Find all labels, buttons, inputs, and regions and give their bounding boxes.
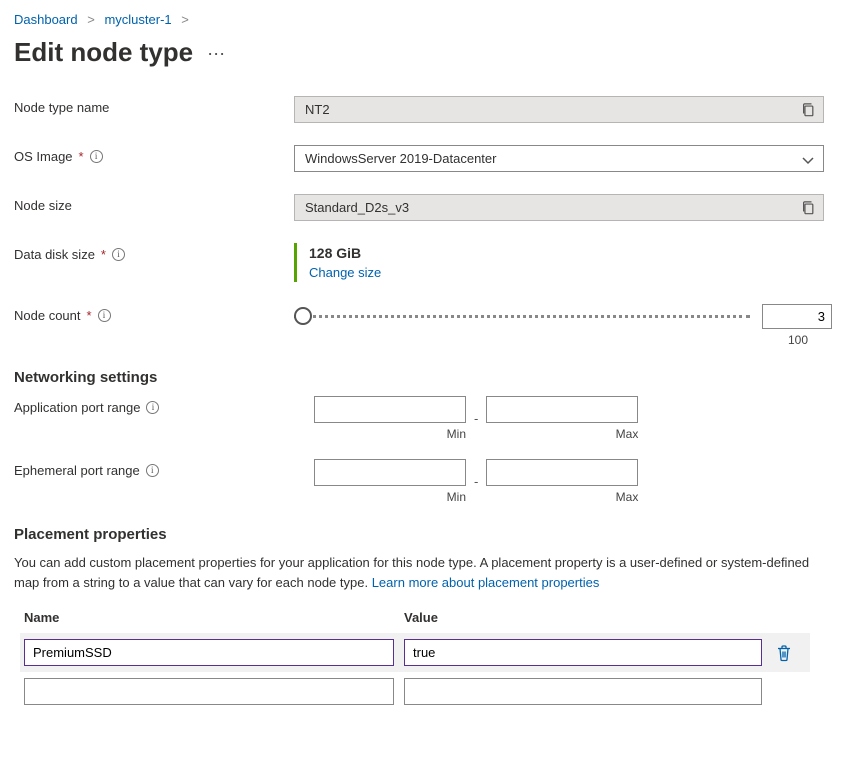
data-disk-size-value: 128 GiB [309, 245, 832, 261]
max-label: Max [486, 490, 638, 504]
breadcrumb: Dashboard > mycluster-1 > [14, 12, 832, 27]
node-count-input[interactable] [762, 304, 832, 329]
label-node-size: Node size [14, 198, 72, 213]
min-label: Min [314, 427, 466, 441]
more-menu-button[interactable]: ⋯ [193, 44, 226, 65]
col-name: Name [24, 610, 394, 625]
breadcrumb-dashboard[interactable]: Dashboard [14, 12, 78, 27]
placement-name-input-empty[interactable] [24, 678, 394, 705]
info-icon[interactable]: i [98, 309, 111, 322]
min-label: Min [314, 490, 466, 504]
label-app-port-range: Application port range [14, 400, 140, 415]
required-marker: * [87, 308, 92, 323]
placement-value-input-empty[interactable] [404, 678, 762, 705]
slider-thumb[interactable] [294, 307, 312, 325]
node-count-slider[interactable] [294, 307, 750, 327]
placement-row-empty [20, 672, 810, 711]
chevron-down-icon [801, 153, 815, 167]
page-title: Edit node type [14, 37, 193, 68]
app-port-max-input[interactable] [486, 396, 638, 423]
info-icon[interactable]: i [146, 401, 159, 414]
info-icon[interactable]: i [112, 248, 125, 261]
placement-description: You can add custom placement properties … [14, 553, 814, 592]
section-placement: Placement properties [14, 526, 832, 543]
info-icon[interactable]: i [146, 464, 159, 477]
placement-row [20, 633, 810, 672]
label-node-type-name: Node type name [14, 100, 109, 115]
os-image-value: WindowsServer 2019-Datacenter [305, 151, 496, 166]
copy-icon[interactable] [801, 102, 815, 118]
os-image-select[interactable]: WindowsServer 2019-Datacenter [294, 145, 824, 172]
copy-icon[interactable] [801, 200, 815, 216]
placement-name-input[interactable] [24, 639, 394, 666]
node-type-name-value: NT2 [305, 102, 330, 117]
node-size-value: Standard_D2s_v3 [305, 200, 409, 215]
data-disk-size-block: 128 GiB Change size [294, 243, 832, 282]
section-networking: Networking settings [14, 369, 832, 386]
label-os-image: OS Image [14, 149, 73, 164]
placement-value-input[interactable] [404, 639, 762, 666]
breadcrumb-cluster[interactable]: mycluster-1 [104, 12, 171, 27]
required-marker: * [101, 247, 106, 262]
label-node-count: Node count [14, 308, 81, 323]
label-data-disk-size: Data disk size [14, 247, 95, 262]
eph-port-min-input[interactable] [314, 459, 466, 486]
chevron-right-icon: > [181, 12, 189, 27]
eph-port-max-input[interactable] [486, 459, 638, 486]
delete-row-button[interactable] [772, 641, 796, 665]
app-port-min-input[interactable] [314, 396, 466, 423]
learn-more-link[interactable]: Learn more about placement properties [372, 575, 600, 590]
required-marker: * [79, 149, 84, 164]
change-size-link[interactable]: Change size [309, 265, 381, 280]
info-icon[interactable]: i [90, 150, 103, 163]
col-value: Value [404, 610, 438, 625]
node-count-max: 100 [294, 333, 832, 347]
node-type-name-field: NT2 [294, 96, 824, 123]
max-label: Max [486, 427, 638, 441]
label-eph-port-range: Ephemeral port range [14, 463, 140, 478]
chevron-right-icon: > [87, 12, 95, 27]
node-size-field: Standard_D2s_v3 [294, 194, 824, 221]
